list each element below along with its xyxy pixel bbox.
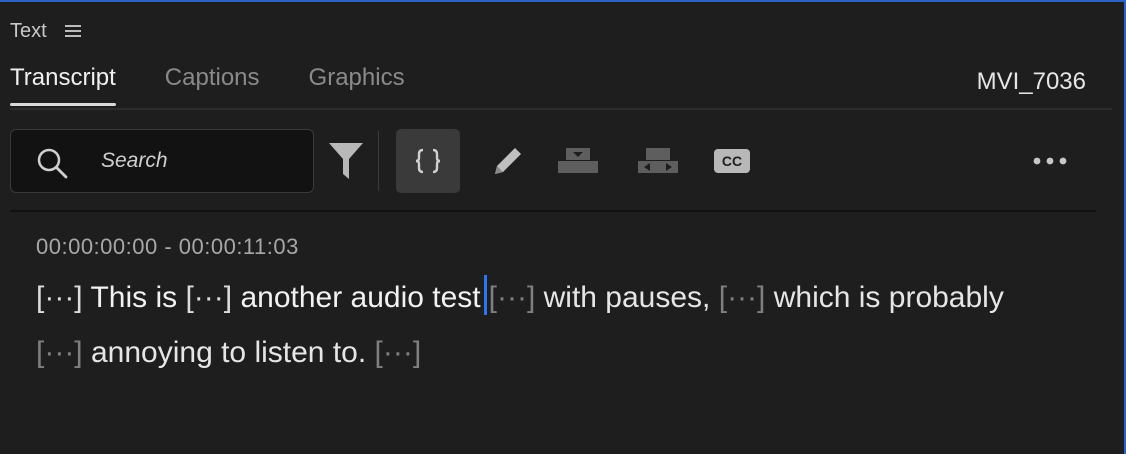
tab-captions[interactable]: Captions [165,64,260,100]
merge-segments-button[interactable] [550,129,606,193]
filter-icon [329,143,363,179]
hamburger-menu-icon[interactable] [64,25,81,37]
transcript-word[interactable]: This is [90,281,177,314]
transcript-word[interactable]: with pauses, [544,281,711,314]
transcript-word[interactable]: which is [774,281,881,314]
panel-header: Text [10,18,81,44]
toolbar: CC [10,129,1112,194]
pause-marker[interactable]: [···] [489,281,536,314]
pause-marker[interactable]: [···] [719,281,766,314]
more-options-icon [1033,157,1067,165]
segment-timecode: 00:00:00:00 - 00:00:11:03 [36,234,299,259]
edit-button[interactable] [482,129,534,193]
merge-segments-icon [558,148,598,173]
transcript-word[interactable]: annoying to listen to. [91,336,366,369]
transcript-text[interactable]: [···] This is [···] another audio test [·… [36,270,1036,380]
search-icon [37,148,68,179]
tab-graphics[interactable]: Graphics [309,64,405,100]
text-panel: Text Transcript Captions Graphics MVI_70… [0,0,1126,454]
cc-label: CC [722,153,742,169]
filter-button[interactable] [326,129,366,193]
split-segment-button[interactable] [396,129,460,193]
more-options-button[interactable] [1028,129,1072,193]
transcript-word[interactable]: another audio test [240,281,480,314]
pause-marker[interactable]: [···] [185,281,232,314]
transcript-segment[interactable]: 00:00:00:00 - 00:00:11:03 [···] This is … [36,234,1084,380]
pencil-icon [495,148,521,174]
split-segment-icon [415,148,441,174]
pause-marker[interactable]: [···] [375,336,422,369]
search-box[interactable] [10,129,314,193]
text-cursor [483,275,487,315]
pause-marker[interactable]: [···] [36,336,83,369]
tab-bar: Transcript Captions Graphics [10,64,454,106]
transcript-word[interactable]: probably [889,281,1004,314]
tab-divider [10,108,1112,110]
split-segments-icon [638,148,678,173]
cc-icon: CC [714,149,750,173]
pause-marker[interactable]: [···] [36,281,83,314]
content-divider [10,210,1096,212]
toolbar-divider [378,131,379,191]
captions-button[interactable]: CC [706,129,758,193]
search-input[interactable] [101,144,301,178]
split-segments-button[interactable] [630,129,686,193]
clip-name: MVI_7036 [976,68,1086,95]
tab-transcript[interactable]: Transcript [10,64,116,106]
panel-title: Text [10,19,47,42]
